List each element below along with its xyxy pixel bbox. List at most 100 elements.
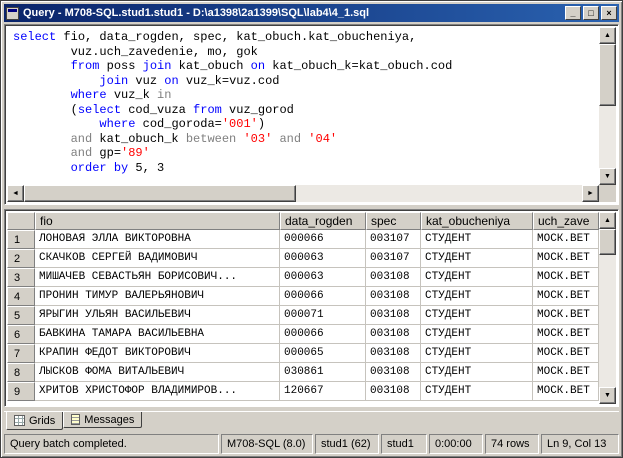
grid-cell-kat[interactable]: СТУДЕНТ bbox=[421, 363, 533, 382]
sql-editor[interactable]: select fio, data_rogden, spec, kat_obuch… bbox=[7, 27, 599, 185]
row-number-cell[interactable]: 6 bbox=[7, 325, 35, 344]
grid-cell-fio[interactable]: КРАПИН ФЕДОТ ВИКТОРОВИЧ bbox=[35, 344, 280, 363]
row-number-cell[interactable]: 7 bbox=[7, 344, 35, 363]
grid-cell-kat[interactable]: СТУДЕНТ bbox=[421, 344, 533, 363]
grid-cell-spec[interactable]: 003107 bbox=[366, 230, 421, 249]
grid-cell-uch[interactable]: МОСК.ВЕТ bbox=[533, 325, 599, 344]
status-server: M708-SQL (8.0) bbox=[221, 434, 313, 454]
grid-cell-dob[interactable]: 000066 bbox=[280, 230, 366, 249]
grid-scroll-up-button[interactable]: ▲ bbox=[599, 212, 616, 229]
grid-cell-fio[interactable]: БАВКИНА ТАМАРА ВАСИЛЬЕВНА bbox=[35, 325, 280, 344]
grid-vscroll-thumb[interactable] bbox=[599, 229, 616, 255]
grid-cell-fio[interactable]: МИШАЧЕВ СЕВАСТЬЯН БОРИСОВИЧ... bbox=[35, 268, 280, 287]
row-number-cell[interactable]: 8 bbox=[7, 363, 35, 382]
grid-cell-uch[interactable]: МОСК.ВЕТ bbox=[533, 306, 599, 325]
titlebar[interactable]: Query - M708-SQL.stud1.stud1 - D:\a1398\… bbox=[4, 4, 619, 22]
grid-cell-fio[interactable]: СКАЧКОВ СЕРГЕЙ ВАДИМОВИЧ bbox=[35, 249, 280, 268]
close-button[interactable]: × bbox=[601, 6, 617, 20]
row-number-cell[interactable]: 1 bbox=[7, 230, 35, 249]
grid-cell-kat[interactable]: СТУДЕНТ bbox=[421, 287, 533, 306]
grid-cell-uch[interactable]: МОСК.ВЕТ bbox=[533, 363, 599, 382]
grid-cell-kat[interactable]: СТУДЕНТ bbox=[421, 306, 533, 325]
row-number-cell[interactable]: 2 bbox=[7, 249, 35, 268]
grid-cell-spec[interactable]: 003108 bbox=[366, 382, 421, 401]
grid-cell-spec[interactable]: 003108 bbox=[366, 306, 421, 325]
sql-line: and kat_obuch_k between '03' and '04' bbox=[13, 132, 597, 147]
sql-line: and gp='89' bbox=[13, 146, 597, 161]
grid-cell-spec[interactable]: 003108 bbox=[366, 363, 421, 382]
grid-cell-uch[interactable]: МОСК.ВЕТ bbox=[533, 249, 599, 268]
grid-cell-fio[interactable]: ЛЫСКОВ ФОМА ВИТАЛЬЕВИЧ bbox=[35, 363, 280, 382]
minimize-button[interactable]: _ bbox=[565, 6, 581, 20]
grid-cell-spec[interactable]: 003108 bbox=[366, 344, 421, 363]
grid-cell-dob[interactable]: 000063 bbox=[280, 249, 366, 268]
scroll-up-button[interactable]: ▲ bbox=[599, 27, 616, 44]
scroll-right-button[interactable]: ► bbox=[582, 185, 599, 202]
column-header-spec[interactable]: spec bbox=[366, 212, 421, 230]
row-number-cell[interactable]: 3 bbox=[7, 268, 35, 287]
grid-cell-kat[interactable]: СТУДЕНТ bbox=[421, 382, 533, 401]
grid-scroll-down-button[interactable]: ▼ bbox=[599, 387, 616, 404]
scrollbar-corner bbox=[599, 185, 616, 202]
query-window-icon bbox=[6, 7, 19, 20]
editor-vertical-scrollbar[interactable]: ▲ ▼ bbox=[599, 27, 616, 185]
grid-cell-spec[interactable]: 003108 bbox=[366, 325, 421, 344]
sql-line: join vuz on vuz_k=vuz.cod bbox=[13, 74, 597, 89]
messages-icon bbox=[71, 414, 80, 425]
grid-cell-uch[interactable]: МОСК.ВЕТ bbox=[533, 287, 599, 306]
tab-grids[interactable]: Grids bbox=[6, 412, 63, 430]
tab-messages[interactable]: Messages bbox=[63, 412, 142, 428]
grid-cell-dob[interactable]: 000066 bbox=[280, 325, 366, 344]
results-grid: fiodata_rogdenspeckat_obucheniyauch_zave… bbox=[7, 212, 599, 401]
grid-cell-dob[interactable]: 000063 bbox=[280, 268, 366, 287]
row-number-header[interactable] bbox=[7, 212, 35, 230]
editor-vscroll-thumb[interactable] bbox=[599, 44, 616, 106]
status-database: stud1 bbox=[381, 434, 427, 454]
grid-cell-spec[interactable]: 003108 bbox=[366, 287, 421, 306]
results-panel: fiodata_rogdenspeckat_obucheniyauch_zave… bbox=[4, 209, 619, 407]
window-title: Query - M708-SQL.stud1.stud1 - D:\a1398\… bbox=[23, 7, 565, 19]
grid-cell-kat[interactable]: СТУДЕНТ bbox=[421, 249, 533, 268]
grid-cell-spec[interactable]: 003107 bbox=[366, 249, 421, 268]
query-window: Query - M708-SQL.stud1.stud1 - D:\a1398\… bbox=[0, 0, 623, 458]
scroll-down-button[interactable]: ▼ bbox=[599, 168, 616, 185]
column-header-kat[interactable]: kat_obucheniya bbox=[421, 212, 533, 230]
sql-line: select fio, data_rogden, spec, kat_obuch… bbox=[13, 30, 597, 45]
tab-grids-label: Grids bbox=[29, 415, 55, 427]
tab-messages-label: Messages bbox=[84, 414, 134, 426]
grid-cell-dob[interactable]: 000065 bbox=[280, 344, 366, 363]
row-number-cell[interactable]: 9 bbox=[7, 382, 35, 401]
results-tabbar: Grids Messages bbox=[4, 411, 619, 432]
grid-cell-uch[interactable]: МОСК.ВЕТ bbox=[533, 382, 599, 401]
table-row: 5ЯРЫГИН УЛЬЯН ВАСИЛЬЕВИЧ000071003108СТУД… bbox=[7, 306, 599, 325]
grid-cell-spec[interactable]: 003108 bbox=[366, 268, 421, 287]
column-header-fio[interactable]: fio bbox=[35, 212, 280, 230]
editor-horizontal-scrollbar[interactable]: ◄ ► bbox=[7, 185, 599, 202]
grid-cell-kat[interactable]: СТУДЕНТ bbox=[421, 268, 533, 287]
status-user: stud1 (62) bbox=[315, 434, 379, 454]
column-header-dob[interactable]: data_rogden bbox=[280, 212, 366, 230]
grid-vertical-scrollbar[interactable]: ▲ ▼ bbox=[599, 212, 616, 404]
sql-line: from poss join kat_obuch on kat_obuch_k=… bbox=[13, 59, 597, 74]
grid-cell-fio[interactable]: ЛОНОВАЯ ЭЛЛА ВИКТОРОВНА bbox=[35, 230, 280, 249]
editor-hscroll-thumb[interactable] bbox=[24, 185, 296, 202]
grid-cell-uch[interactable]: МОСК.ВЕТ bbox=[533, 268, 599, 287]
grid-cell-dob[interactable]: 120667 bbox=[280, 382, 366, 401]
sql-line: where vuz_k in bbox=[13, 88, 597, 103]
grid-cell-uch[interactable]: МОСК.ВЕТ bbox=[533, 344, 599, 363]
grid-cell-uch[interactable]: МОСК.ВЕТ bbox=[533, 230, 599, 249]
grid-cell-kat[interactable]: СТУДЕНТ bbox=[421, 230, 533, 249]
grid-cell-dob[interactable]: 030861 bbox=[280, 363, 366, 382]
status-position: Ln 9, Col 13 bbox=[541, 434, 619, 454]
grid-cell-dob[interactable]: 000071 bbox=[280, 306, 366, 325]
grid-cell-dob[interactable]: 000066 bbox=[280, 287, 366, 306]
column-header-uch[interactable]: uch_zave bbox=[533, 212, 599, 230]
grid-cell-fio[interactable]: ПРОНИН ТИМУР ВАЛЕРЬЯНОВИЧ bbox=[35, 287, 280, 306]
row-number-cell[interactable]: 4 bbox=[7, 287, 35, 306]
grid-cell-fio[interactable]: ХРИТОВ ХРИСТОФОР ВЛАДИМИРОВ... bbox=[35, 382, 280, 401]
grid-cell-kat[interactable]: СТУДЕНТ bbox=[421, 325, 533, 344]
maximize-button[interactable]: □ bbox=[583, 6, 599, 20]
grid-cell-fio[interactable]: ЯРЫГИН УЛЬЯН ВАСИЛЬЕВИЧ bbox=[35, 306, 280, 325]
row-number-cell[interactable]: 5 bbox=[7, 306, 35, 325]
scroll-left-button[interactable]: ◄ bbox=[7, 185, 24, 202]
